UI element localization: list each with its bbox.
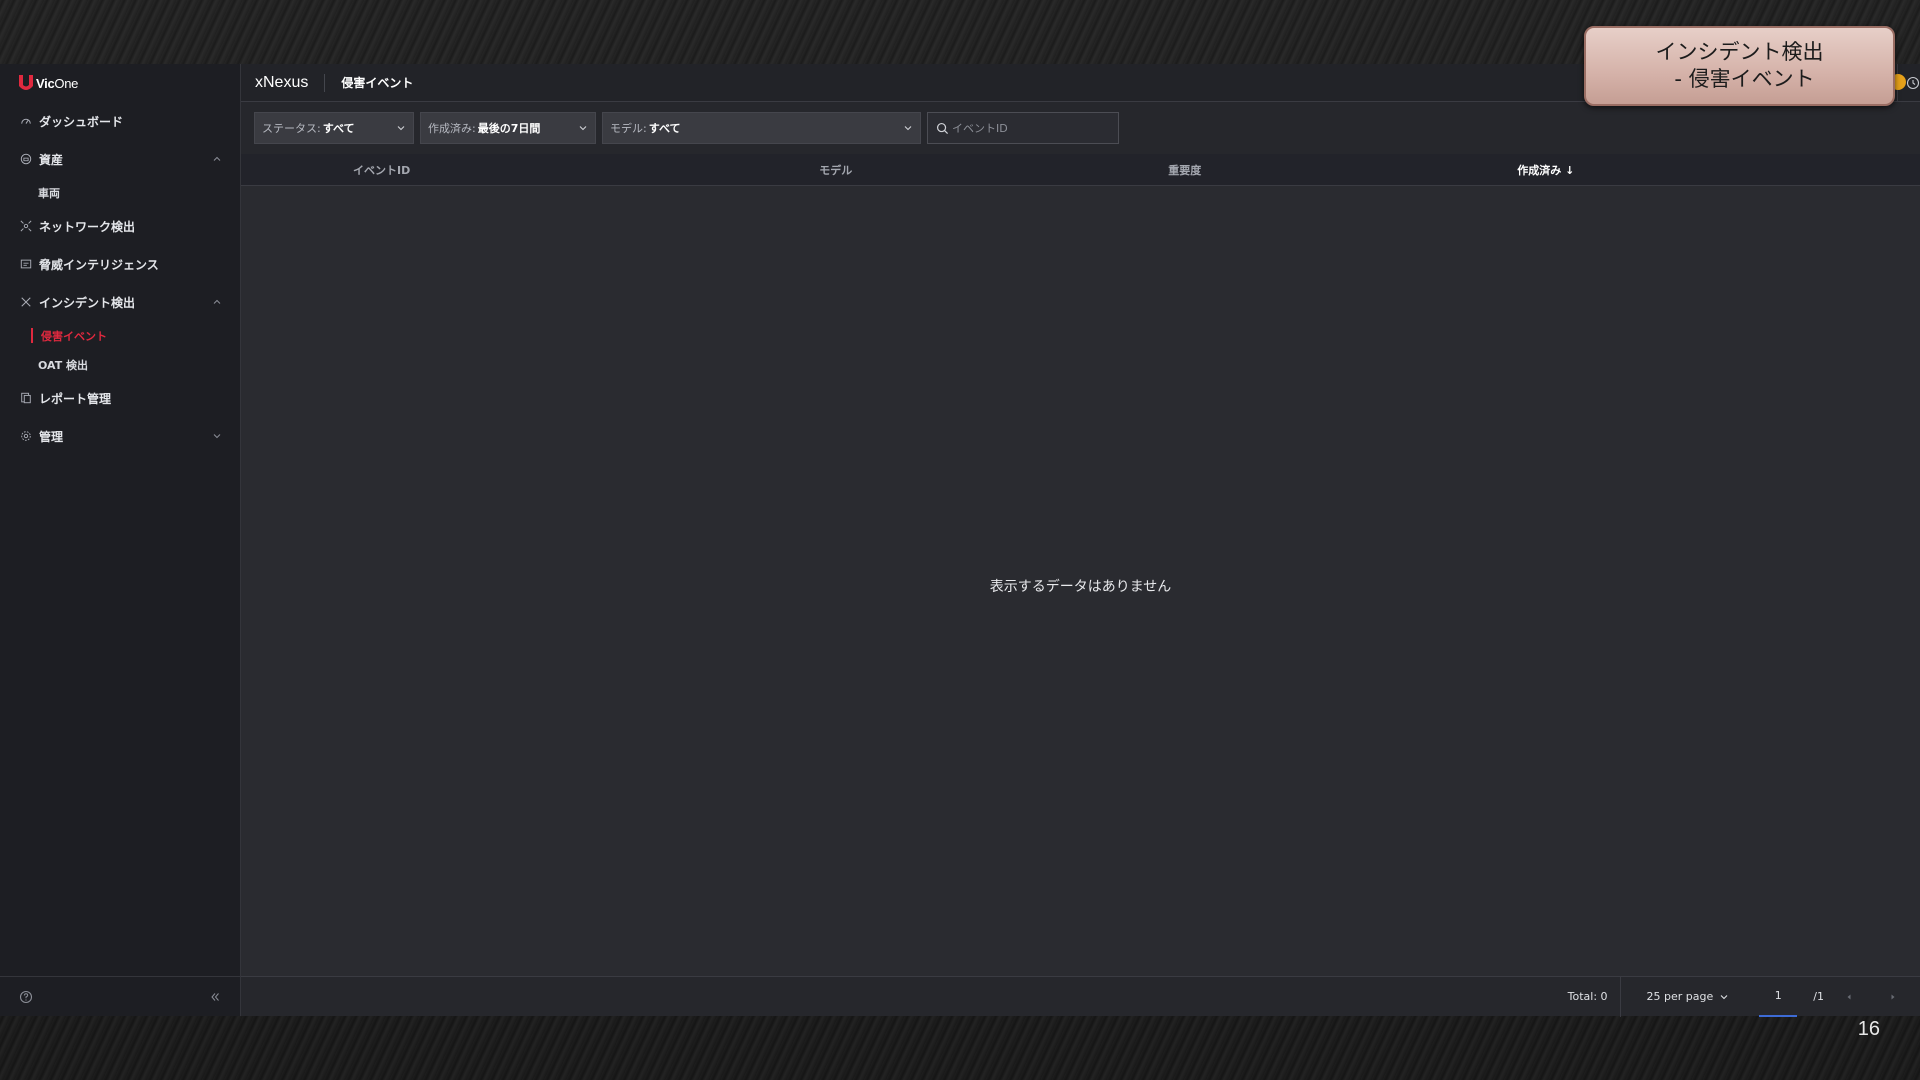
gear-icon <box>19 429 33 443</box>
sidebar-item-label: ネットワーク検出 <box>39 219 136 234</box>
sidebar-footer <box>0 976 240 1016</box>
table-body: 表示するデータはありません <box>241 186 1920 976</box>
sidebar-item-report-management[interactable]: レポート管理 <box>0 379 240 417</box>
sidebar-item-threat-intelligence[interactable]: 脅威インテリジェンス <box>0 245 240 283</box>
total-pages: /1 <box>1813 990 1824 1003</box>
sidebar-item-label: 資産 <box>39 152 64 167</box>
network-icon <box>19 219 33 233</box>
status-filter-dropdown[interactable]: ステータス: すべて <box>254 112 414 144</box>
app-window: VicOne ダッシュボード 資産 車両 ネットワーク検出 脅威インテリジェンス… <box>0 64 1920 1017</box>
dashboard-icon <box>19 114 33 128</box>
chevron-up-icon[interactable] <box>212 154 222 164</box>
incident-icon <box>19 295 33 309</box>
sidebar-item-dashboard[interactable]: ダッシュボード <box>0 102 240 140</box>
callout-line-1: インシデント検出 <box>1655 40 1824 64</box>
chevron-down-icon <box>1720 994 1728 999</box>
sidebar-item-administration[interactable]: 管理 <box>0 417 240 455</box>
pagination: Total: 0 25 per page 1 /1 <box>241 976 1920 1017</box>
filter-bar: ステータス: すべて 作成済み: 最後の7日間 モデル: すべて <box>241 102 1920 154</box>
sidebar-subitem-vehicles[interactable]: 車両 <box>0 178 240 207</box>
collapse-sidebar-icon[interactable] <box>208 990 222 1004</box>
column-severity[interactable]: 重要度 <box>1168 162 1201 178</box>
sidebar-subitem-oat-detection[interactable]: OAT 検出 <box>0 350 240 379</box>
chevron-down-icon <box>397 126 405 131</box>
app-name[interactable]: xNexus <box>255 73 326 92</box>
threat-intel-icon <box>19 257 33 271</box>
logo-text: VicOne <box>36 75 79 91</box>
table-header: イベントID モデル 重要度 作成済み ↓ <box>241 154 1920 186</box>
sidebar-item-label: ダッシュボード <box>39 114 124 129</box>
column-event-id[interactable]: イベントID <box>353 162 410 178</box>
slide-number: 16 <box>1857 1018 1880 1040</box>
sidebar-item-network-detection[interactable]: ネットワーク検出 <box>0 207 240 245</box>
search-input[interactable] <box>952 121 1102 135</box>
page-title: 侵害イベント <box>341 76 414 90</box>
total-count: Total: 0 <box>1567 990 1608 1003</box>
slide-callout: インシデント検出 - 侵害イベント <box>1584 26 1895 106</box>
sidebar-item-label: 管理 <box>39 429 64 444</box>
column-created[interactable]: 作成済み ↓ <box>1517 162 1574 178</box>
report-icon <box>19 391 33 405</box>
main-content: xNexus 侵害イベント ステータス: すべて 作成済み: 最後の7日間 モデル:… <box>241 64 1920 1017</box>
callout-line-2: - 侵害イベント <box>1674 67 1815 91</box>
logo[interactable]: VicOne <box>0 64 240 102</box>
chevron-down-icon[interactable] <box>212 431 222 441</box>
sidebar-subitem-compromise-events[interactable]: 侵害イベント <box>0 321 240 350</box>
empty-state-message: 表示するデータはありません <box>989 579 1172 595</box>
sidebar: VicOne ダッシュボード 資産 車両 ネットワーク検出 脅威インテリジェンス… <box>0 64 241 1016</box>
clock-icon[interactable] <box>1906 76 1920 90</box>
sidebar-item-label: レポート管理 <box>39 391 112 406</box>
sidebar-item-label: インシデント検出 <box>39 295 136 310</box>
search-icon <box>936 122 949 134</box>
event-id-search[interactable] <box>927 112 1119 144</box>
next-page-icon[interactable] <box>1888 992 1898 1002</box>
sidebar-item-incident-detection[interactable]: インシデント検出 <box>0 283 240 321</box>
asset-icon <box>19 152 33 166</box>
slide-bottom-band <box>0 1016 1920 1080</box>
help-icon[interactable] <box>19 990 33 1004</box>
current-page-input[interactable]: 1 <box>1759 977 1798 1017</box>
previous-page-icon[interactable] <box>1844 992 1854 1002</box>
chevron-down-icon <box>579 126 587 131</box>
sidebar-item-assets[interactable]: 資産 <box>0 140 240 178</box>
model-filter-dropdown[interactable]: モデル: すべて <box>602 112 921 144</box>
per-page-dropdown[interactable]: 25 per page <box>1647 990 1730 1003</box>
column-model[interactable]: モデル <box>819 162 852 178</box>
sidebar-item-label: 脅威インテリジェンス <box>39 257 159 272</box>
created-filter-dropdown[interactable]: 作成済み: 最後の7日間 <box>420 112 596 144</box>
vicone-logo-icon <box>19 75 33 90</box>
chevron-up-icon[interactable] <box>212 297 222 307</box>
chevron-down-icon <box>904 126 912 131</box>
